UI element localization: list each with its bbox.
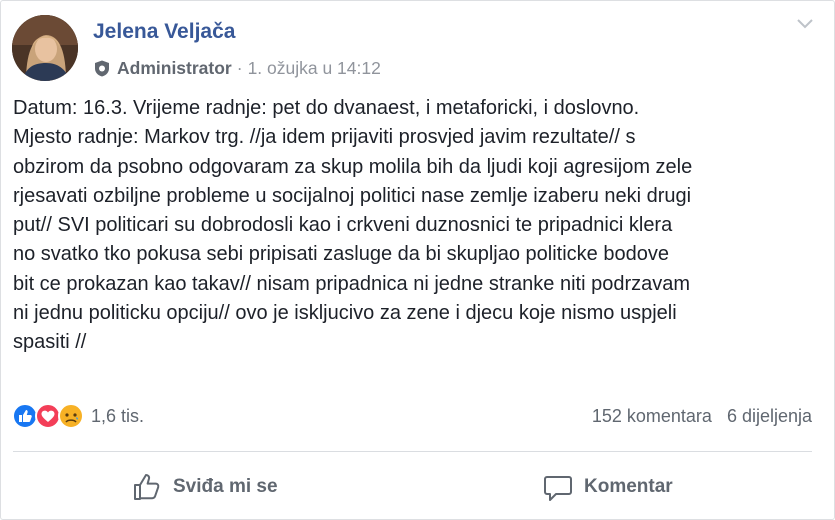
post-timestamp[interactable]: 1. ožujka u 14:12 (248, 58, 381, 79)
comment-button[interactable]: Komentar (542, 471, 673, 503)
author-name[interactable]: Jelena Veljača (93, 20, 235, 44)
post-body-line: no svatko tko pokusa sebi pripisati zasl… (13, 243, 669, 266)
post-meta: Administrator · 1. ožujka u 14:12 (94, 58, 381, 79)
admin-shield-icon (95, 60, 109, 77)
role-badge: Administrator (117, 58, 232, 78)
post-body-line: obzirom da psobno odgovaram za skup moli… (13, 155, 693, 178)
comment-button-label: Komentar (584, 476, 673, 497)
post-body: Datum: 16.3. Vrijeme radnje: pet do dvan… (13, 94, 821, 358)
post-body-line: spasiti // (13, 331, 87, 354)
reactions-summary[interactable]: 1,6 tis. (12, 403, 144, 429)
post-body-line: bit ce prokazan kao takav// nisam pripad… (13, 272, 691, 295)
comments-count-link[interactable]: 152 komentara (592, 406, 712, 426)
post-body-line: rjesavati ozbiljne probleme u socijalnoj… (13, 184, 692, 207)
thumbs-up-icon (134, 474, 160, 500)
post-body-line: put// SVI politicari su dobrodosli kao i… (13, 214, 673, 237)
actions-divider (13, 451, 812, 452)
sad-reaction-icon (58, 403, 84, 429)
post-body-line: Datum: 16.3. Vrijeme radnje: pet do dvan… (13, 97, 640, 119)
post-body-line: ni jednu politicku opciju// ovo je isklj… (13, 302, 677, 325)
post-stats: 152 komentara 6 dijeljenja (592, 406, 812, 427)
reaction-count: 1,6 tis. (91, 405, 145, 426)
post-body-line: Mjesto radnje: Markov trg. //ja idem pri… (13, 126, 636, 149)
facebook-post: Jelena Veljača Administrator · 1. ožujka… (0, 0, 835, 520)
comment-bubble-icon (544, 476, 572, 501)
like-button-label: Sviđa mi se (173, 476, 278, 497)
meta-separator: · (236, 58, 243, 78)
shares-count-link[interactable]: 6 dijeljenja (727, 406, 812, 426)
chevron-down-icon[interactable] (796, 17, 814, 31)
like-button[interactable]: Sviđa mi se (131, 471, 278, 503)
author-avatar[interactable] (12, 15, 78, 81)
